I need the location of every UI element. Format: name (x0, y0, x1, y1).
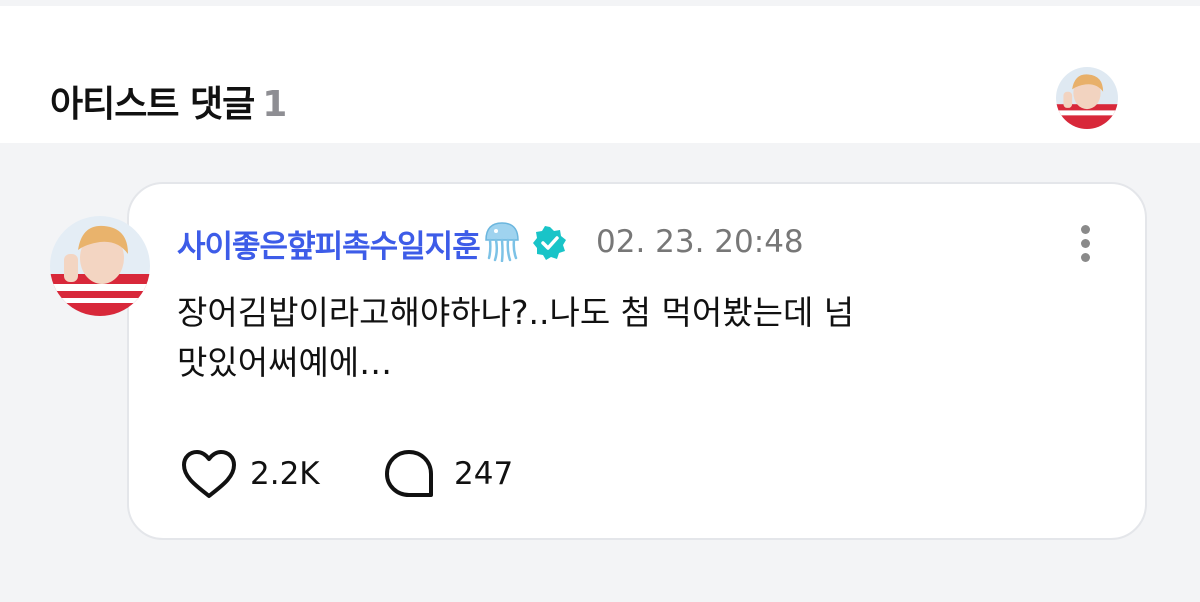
section-title-label: 아티스트 댓글 (50, 84, 255, 125)
jellyfish-icon (485, 222, 519, 262)
reply-bubble-icon[interactable] (382, 448, 436, 500)
reply-count: 247 (454, 456, 514, 492)
heart-icon[interactable] (180, 449, 238, 501)
like-count: 2.2K (250, 456, 320, 492)
verified-badge-icon (533, 226, 566, 260)
comment-timestamp: 02. 23. 20:48 (596, 224, 804, 260)
section-title: 아티스트 댓글 1 (50, 75, 287, 127)
comment-count: 1 (262, 84, 287, 125)
author-avatar[interactable] (50, 216, 150, 316)
author-name[interactable]: 사이좋은햪피촉수일지훈 (177, 221, 481, 266)
header-avatar[interactable] (1056, 67, 1118, 129)
author-avatar-image (50, 216, 150, 316)
artist-avatar-image (1056, 67, 1118, 129)
more-vertical-icon[interactable] (1070, 222, 1100, 264)
comment-text: 장어김밥이라고해야하나?..나도 첨 먹어봤는데 넘 맛있어써예에… (177, 293, 855, 382)
